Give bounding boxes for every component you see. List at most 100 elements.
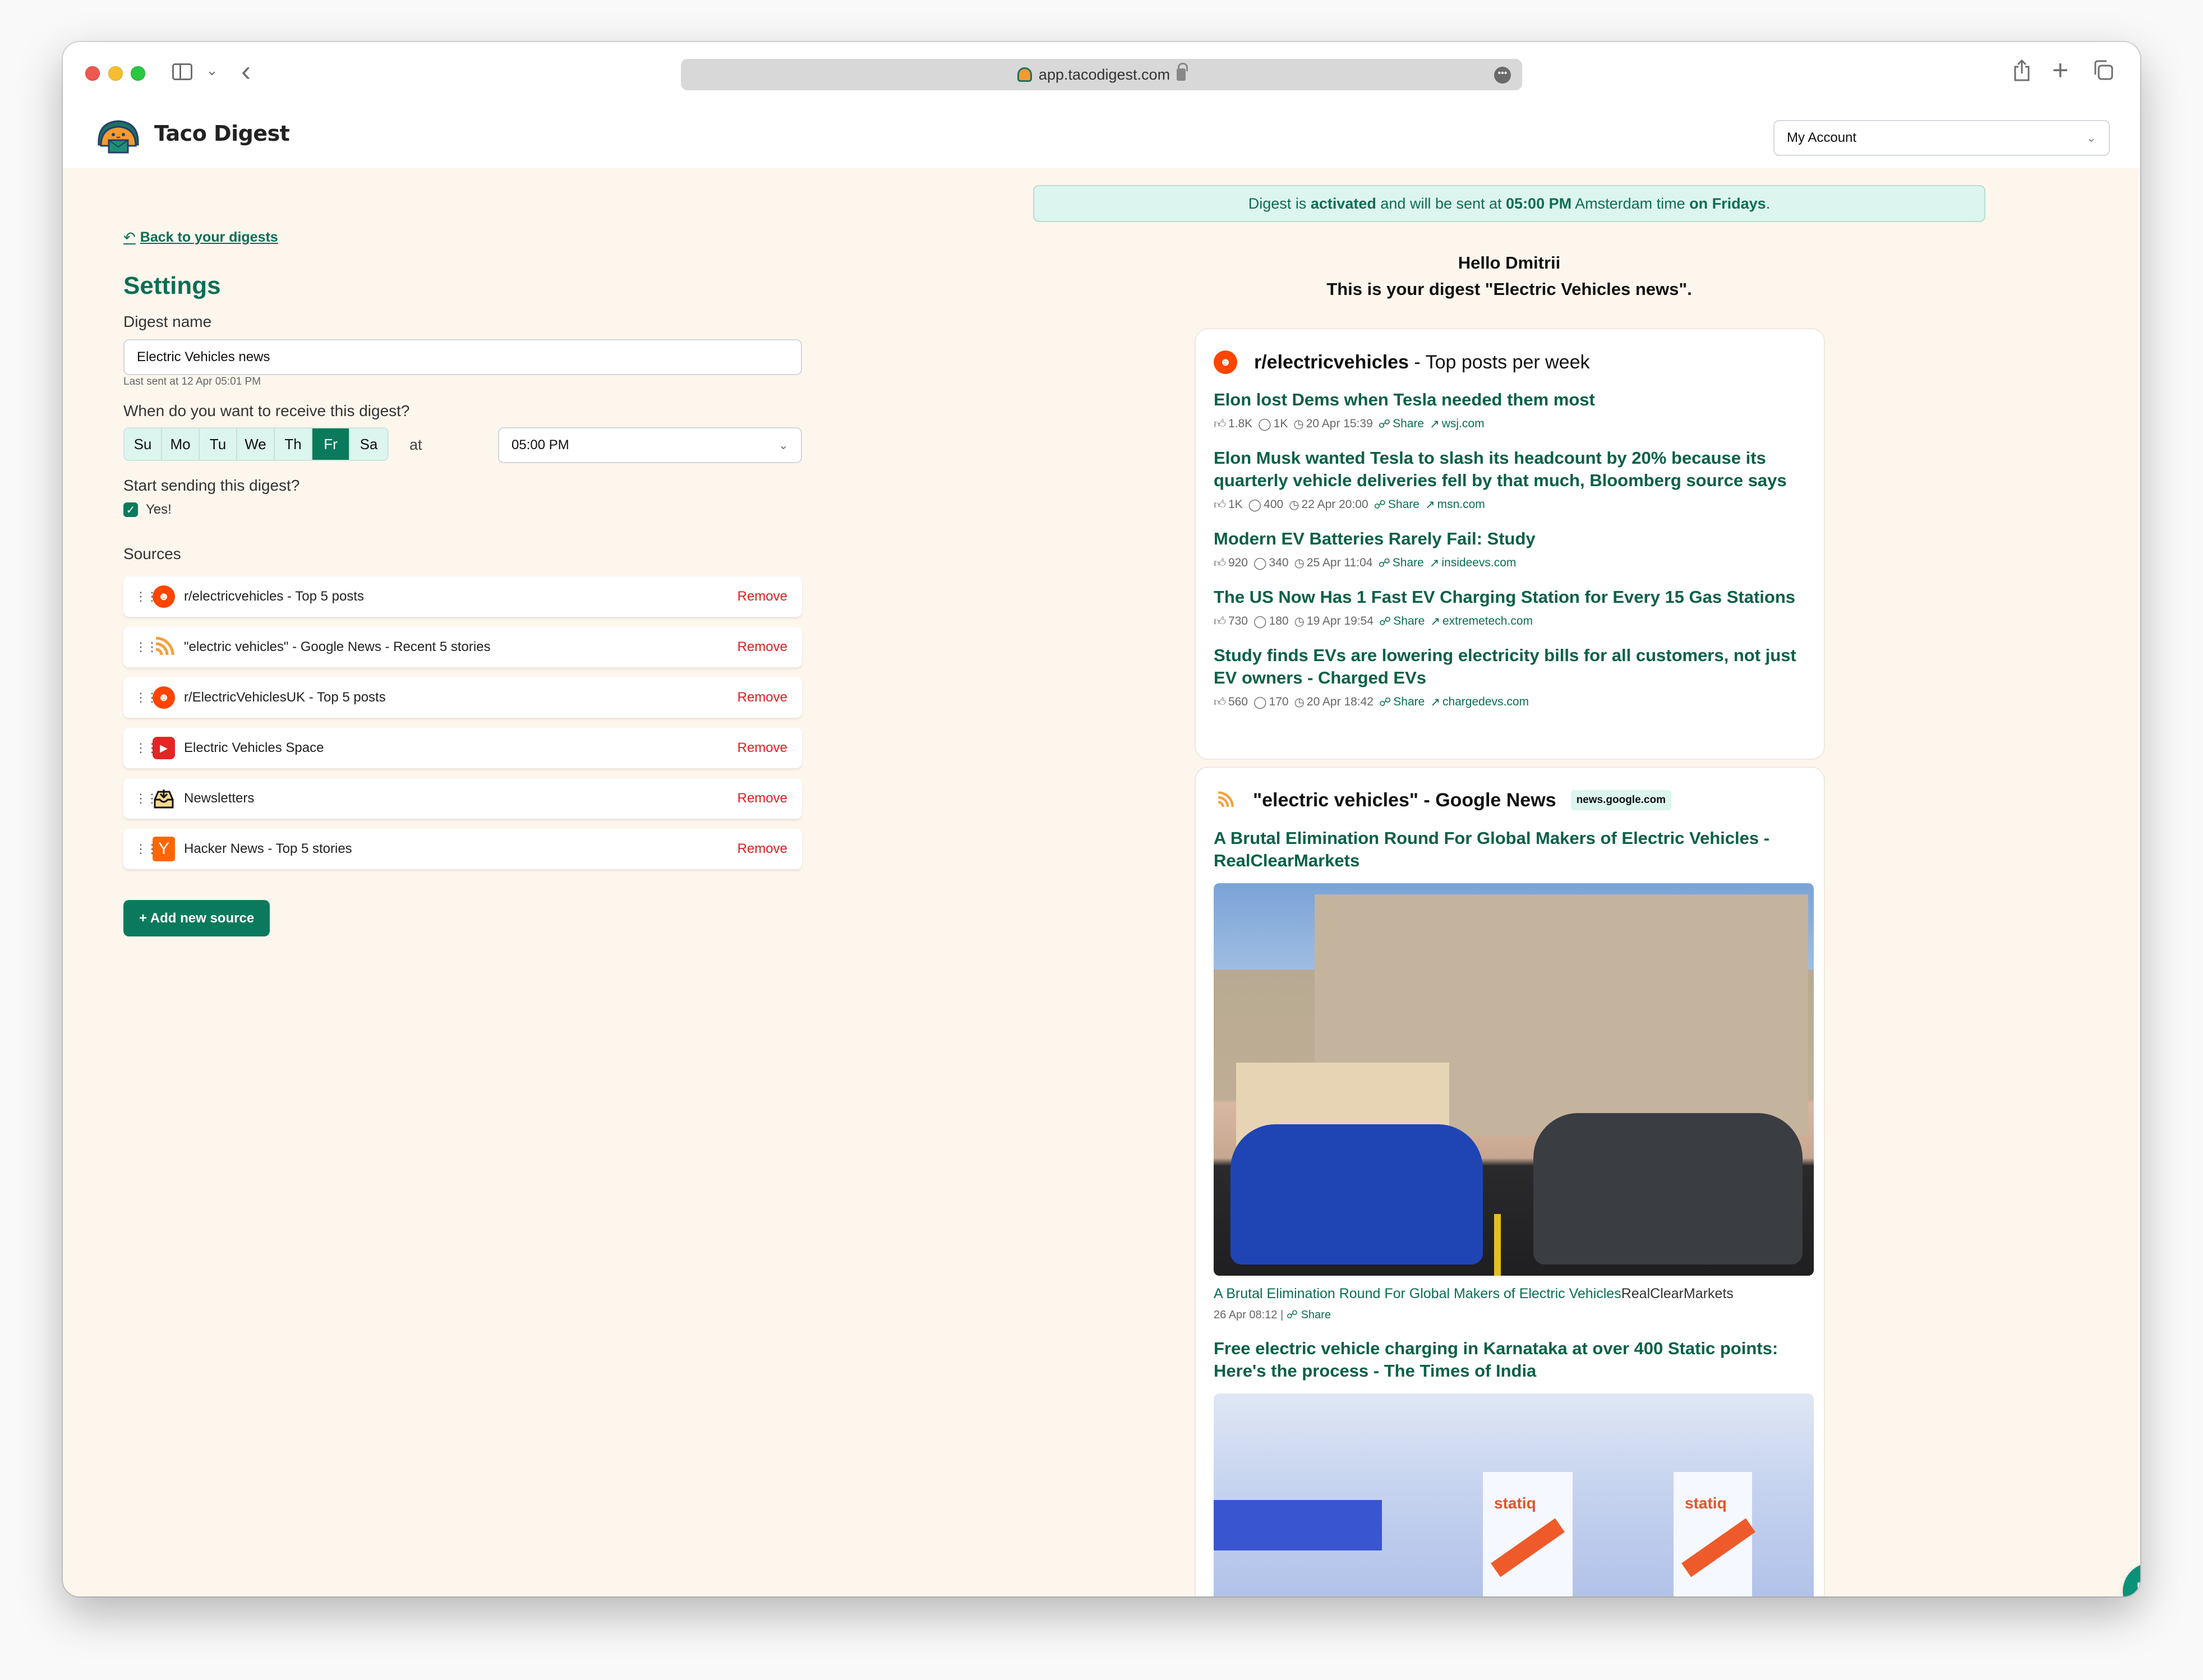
post-date: ◷ 22 Apr 20:00	[1289, 498, 1368, 511]
tab-overview-icon[interactable]	[2093, 60, 2113, 80]
caption-link[interactable]: A Brutal Elimination Round For Global Ma…	[1214, 1286, 1621, 1301]
account-label: My Account	[1787, 130, 1857, 145]
remove-source-button[interactable]: Remove	[738, 791, 787, 806]
post-title[interactable]: Elon Musk wanted Tesla to slash its head…	[1214, 447, 1806, 492]
share-link[interactable]: ☍ Share	[1374, 498, 1419, 512]
external-link-icon: ↗	[1429, 556, 1440, 570]
drag-handle-icon[interactable]: ⋮⋮	[135, 590, 158, 603]
source-name: Newsletters	[184, 791, 255, 806]
greeting-line: Hello Dmitrii	[1458, 253, 1561, 273]
news-item-image[interactable]	[1214, 883, 1814, 1276]
sidebar-toggle-icon[interactable]	[172, 63, 192, 80]
source-item[interactable]: ⋮⋮ "electric vehicles" - Google News - R…	[123, 627, 802, 667]
chat-support-button[interactable]	[2123, 1563, 2140, 1596]
inbox-icon	[153, 787, 175, 810]
source-name: r/electricvehicles - Top 5 posts	[184, 589, 365, 604]
reddit-icon: ☻	[1214, 350, 1237, 374]
browser-back-icon[interactable]: ‹	[241, 54, 251, 88]
time-select[interactable]: 05:00 PM ⌄	[498, 427, 802, 463]
app-header: Taco Digest My Account ⌄	[63, 101, 2140, 168]
add-new-source-button[interactable]: + Add new source	[123, 900, 270, 936]
share-icon: ☍	[1379, 615, 1391, 628]
comments: ◯ 180	[1253, 615, 1289, 628]
share-link[interactable]: ☍ Share	[1287, 1309, 1331, 1321]
day-tu[interactable]: Tu	[200, 428, 237, 460]
my-account-dropdown[interactable]: My Account ⌄	[1773, 120, 2110, 156]
minimize-window-button[interactable]	[108, 66, 123, 81]
subreddit-name[interactable]: r/electricvehicles	[1254, 352, 1409, 373]
comment-icon: ◯	[1248, 498, 1262, 511]
share-link[interactable]: ☍ Share	[1379, 417, 1424, 431]
address-bar[interactable]: app.tacodigest.com •••	[681, 59, 1522, 90]
day-su[interactable]: Su	[125, 428, 162, 460]
start-sending-checkbox-row[interactable]: ✓ Yes!	[123, 502, 172, 518]
share-link[interactable]: ☍ Share	[1379, 695, 1425, 709]
schedule-label: When do you want to receive this digest?	[123, 402, 410, 419]
chevron-down-icon[interactable]: ⌄	[206, 62, 218, 79]
back-to-digests-link[interactable]: ↶ Back to your digests	[123, 229, 278, 246]
digest-name-input[interactable]: Electric Vehicles news	[123, 339, 802, 375]
new-tab-icon[interactable]: +	[2052, 56, 2068, 84]
lock-icon	[1177, 63, 1188, 81]
source-domain-link[interactable]: ↗ extremetech.com	[1430, 615, 1533, 629]
card-header: ☻ r/electricvehicles - Top posts per wee…	[1214, 350, 1806, 374]
news-item-title[interactable]: A Brutal Elimination Round For Global Ma…	[1214, 827, 1806, 872]
source-item[interactable]: ⋮⋮ ☻ r/electricvehicles - Top 5 posts Re…	[123, 576, 802, 617]
post-meta: 👍︎ 730 ◯ 180 ◷ 19 Apr 19:54 ☍ Share ↗ extremetech…	[1214, 614, 1806, 629]
source-item[interactable]: ⋮⋮ Newsletters Remove	[123, 778, 802, 819]
post-meta: 👍︎ 920 ◯ 340 ◷ 25 Apr 11:04 ☍ Share ↗ insideevs.c…	[1214, 556, 1806, 570]
source-item[interactable]: ⋮⋮ Y Hacker News - Top 5 stories Remove	[123, 829, 802, 869]
taco-logo-icon[interactable]	[95, 118, 141, 154]
source-domain-link[interactable]: ↗ insideevs.com	[1430, 556, 1517, 570]
source-name: r/ElectricVehiclesUK - Top 5 posts	[184, 690, 386, 705]
share-link[interactable]: ☍ Share	[1378, 556, 1423, 570]
day-fr[interactable]: Fr	[312, 428, 350, 460]
remove-source-button[interactable]: Remove	[738, 589, 787, 604]
source-name: "electric vehicles" - Google News - Rece…	[184, 639, 491, 654]
share-link[interactable]: ☍ Share	[1379, 615, 1425, 629]
day-th[interactable]: Th	[275, 428, 312, 460]
day-mo[interactable]: Mo	[162, 428, 200, 460]
upvotes: 👍︎ 1.8K	[1214, 417, 1253, 431]
hacker-news-icon: Y	[153, 837, 175, 861]
remove-source-button[interactable]: Remove	[738, 841, 787, 857]
undo-arrow-icon: ↶	[123, 229, 136, 246]
brand-name[interactable]: Taco Digest	[154, 121, 290, 146]
post-item: Study finds EVs are lowering electricity…	[1214, 644, 1806, 709]
thumbs-up-icon: 👍︎	[1214, 557, 1226, 570]
share-icon: ☍	[1378, 417, 1391, 431]
drag-handle-icon[interactable]: ⋮⋮	[135, 742, 158, 754]
maximize-window-button[interactable]	[131, 66, 145, 81]
day-sa[interactable]: Sa	[350, 428, 388, 460]
more-options-icon[interactable]: •••	[1494, 67, 1511, 84]
post-title[interactable]: Modern EV Batteries Rarely Fail: Study	[1214, 528, 1806, 550]
start-sending-checkbox[interactable]: ✓	[123, 502, 138, 517]
remove-source-button[interactable]: Remove	[738, 690, 787, 705]
thumbs-up-icon: 👍︎	[1214, 615, 1226, 628]
day-we[interactable]: We	[237, 428, 275, 460]
close-window-button[interactable]	[85, 66, 100, 81]
post-title[interactable]: The US Now Has 1 Fast EV Charging Statio…	[1214, 586, 1806, 608]
banner-text: Digest is activated and will be sent at …	[1248, 195, 1771, 212]
post-title[interactable]: Elon lost Dems when Tesla needed them mo…	[1214, 389, 1806, 411]
news-date: 26 Apr 08:12 |	[1214, 1309, 1287, 1321]
external-link-icon: ↗	[1425, 498, 1435, 511]
drag-handle-icon[interactable]: ⋮⋮	[135, 691, 158, 704]
news-item-title[interactable]: Free electric vehicle charging in Karnat…	[1214, 1337, 1806, 1382]
intro-line: This is your digest "Electric Vehicles n…	[1326, 279, 1692, 299]
source-domain-link[interactable]: ↗ wsj.com	[1430, 417, 1484, 431]
source-domain-link[interactable]: ↗ chargedevs.com	[1430, 695, 1529, 709]
drag-handle-icon[interactable]: ⋮⋮	[135, 792, 158, 805]
share-icon[interactable]	[2013, 59, 2030, 81]
remove-source-button[interactable]: Remove	[738, 740, 787, 756]
drag-handle-icon[interactable]: ⋮⋮	[135, 843, 158, 855]
source-domain-link[interactable]: ↗ msn.com	[1425, 498, 1485, 512]
news-item-image[interactable]: statiq statiq	[1214, 1393, 1814, 1596]
drag-handle-icon[interactable]: ⋮⋮	[135, 641, 158, 653]
source-item[interactable]: ⋮⋮ ☻ r/ElectricVehiclesUK - Top 5 posts …	[123, 677, 802, 718]
remove-source-button[interactable]: Remove	[738, 639, 787, 655]
post-title[interactable]: Study finds EVs are lowering electricity…	[1214, 644, 1806, 689]
external-link-icon: ↗	[1430, 695, 1440, 709]
source-item[interactable]: ⋮⋮ ▶ Electric Vehicles Space Remove	[123, 728, 802, 768]
at-label: at	[409, 436, 422, 453]
